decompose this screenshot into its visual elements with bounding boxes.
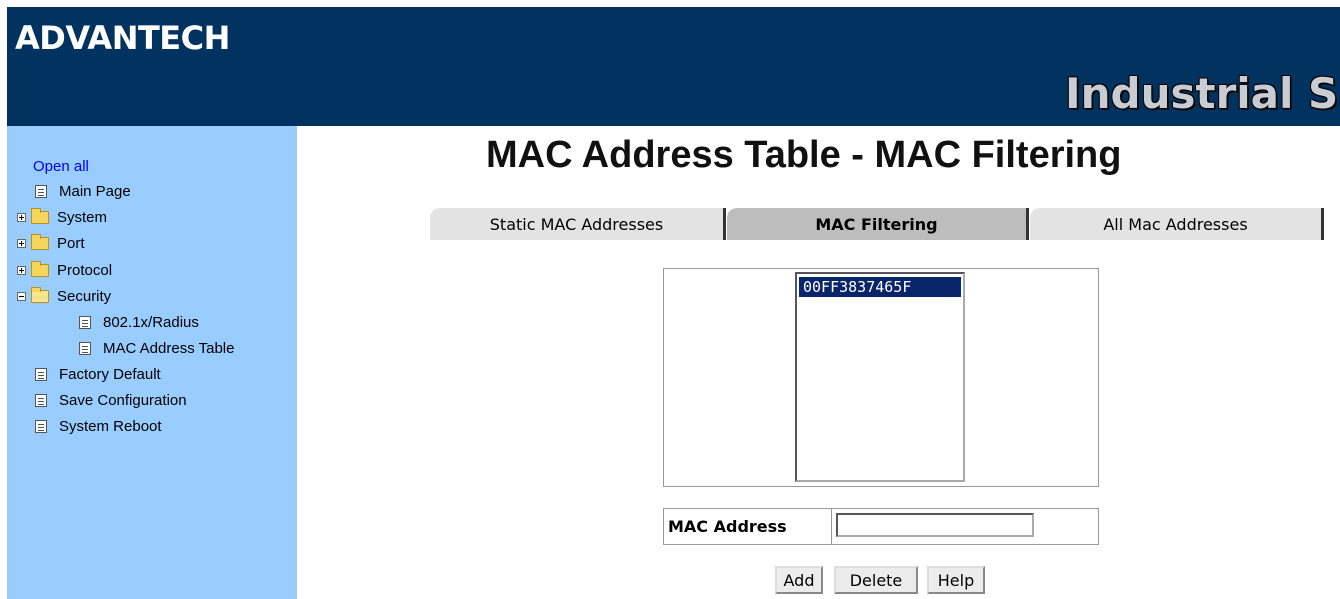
expand-plus-icon[interactable] [17,238,26,248]
sidebar-item-save-configuration[interactable]: Save Configuration [35,389,187,411]
tab-mac-filtering[interactable]: MAC Filtering [727,208,1029,240]
sidebar-item-label: Factory Default [59,365,161,383]
sidebar-item-port[interactable]: Port [17,232,85,254]
sidebar-item-system-reboot[interactable]: System Reboot [35,415,162,437]
page-icon [79,315,91,329]
mac-address-input[interactable] [836,513,1034,537]
advantech-logo: ADVANTECH [15,19,230,57]
sidebar-item-label: 802.1x/Radius [103,313,199,331]
sidebar-item-label: Port [57,234,85,252]
folder-icon [31,233,49,250]
folder-icon [31,207,49,224]
page-icon [35,367,47,381]
sidebar-item-mac-address-table[interactable]: MAC Address Table [79,337,234,359]
sidebar-item-label: Save Configuration [59,391,187,409]
delete-button[interactable]: Delete [834,566,918,594]
expand-plus-icon[interactable] [17,212,26,222]
open-all-link[interactable]: Open all [33,158,89,175]
brand-title: Industrial S [1065,69,1339,118]
collapse-minus-icon[interactable] [17,291,26,301]
page-icon [35,393,47,407]
sidebar-item-label: System Reboot [59,417,162,435]
expand-plus-icon[interactable] [17,265,26,275]
page-icon [35,184,47,198]
sidebar-item-system[interactable]: System [17,206,107,228]
sidebar-item-protocol[interactable]: Protocol [17,259,112,281]
sidebar-item-8021x-radius[interactable]: 802.1x/Radius [79,311,199,333]
tab-all-mac-addresses[interactable]: All Mac Addresses [1030,208,1324,240]
sidebar-item-label: System [57,208,108,226]
mac-list-option-selected[interactable]: 00FF3837465F [799,277,961,297]
add-button[interactable]: Add [775,566,823,594]
mac-address-form: MAC Address [663,508,1099,545]
help-button[interactable]: Help [927,566,985,594]
tab-static-mac-addresses[interactable]: Static MAC Addresses [430,208,726,240]
folder-icon [31,260,49,277]
sidebar-item-main-page[interactable]: Main Page [35,180,131,202]
sidebar-item-label: Protocol [57,261,113,279]
sidebar-item-label: Security [57,287,112,305]
sidebar-item-label: MAC Address Table [103,339,235,357]
mac-filter-listbox[interactable]: 00FF3837465F [795,272,965,482]
header-banner: ADVANTECH Industrial S [7,7,1340,126]
page-title: MAC Address Table - MAC Filtering [486,134,1122,176]
sidebar-item-security[interactable]: Security [17,285,111,307]
sidebar-item-label: Main Page [59,182,131,200]
page-icon [35,419,47,433]
page-icon [79,341,91,355]
open-folder-icon [31,286,49,303]
sidebar: Open all Main Page System Port Protocol … [7,126,297,599]
mac-address-label: MAC Address [664,509,832,544]
top-strip [0,0,1340,7]
sidebar-item-factory-default[interactable]: Factory Default [35,363,161,385]
